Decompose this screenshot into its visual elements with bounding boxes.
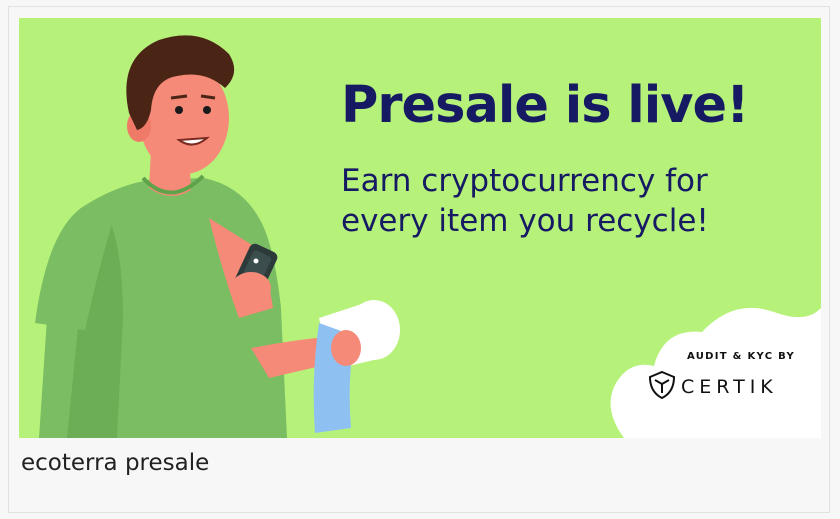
subheadline: Earn cryptocurrency for every item you r… — [341, 161, 811, 241]
subheadline-line-1: Earn cryptocurrency for — [341, 163, 708, 199]
certik-shield-icon — [648, 370, 676, 400]
headline: Presale is live! — [341, 76, 749, 135]
certik-badge-background — [610, 307, 821, 438]
audit-kyc-label: AUDIT & KYC BY — [687, 351, 796, 362]
certik-brand-name: CERTIK — [681, 376, 778, 398]
presale-banner: Presale is live! Earn cryptocurrency for… — [19, 18, 821, 438]
image-caption: ecoterra presale — [21, 450, 210, 476]
subheadline-line-2: every item you recycle! — [341, 203, 709, 239]
